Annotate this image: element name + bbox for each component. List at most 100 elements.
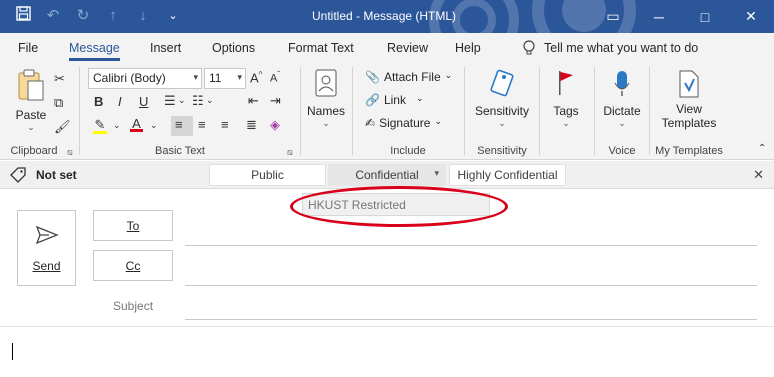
microphone-icon [614,71,630,96]
label-public-text: Public [251,168,284,182]
numbering-icon[interactable]: ☷ [192,93,204,109]
link-icon: 🔗 [365,93,380,107]
font-name-combo[interactable]: Calibri (Body) ▾ [88,68,202,89]
highlight-icon[interactable]: ✎ [93,117,107,134]
separator [539,67,540,155]
label-public-button[interactable]: Public [209,164,326,186]
to-button[interactable]: To [93,210,173,241]
tag-icon [10,167,26,183]
link-button[interactable]: 🔗 Link ⌄ [365,93,424,107]
down-arrow-icon[interactable]: ↓ [134,6,152,26]
separator [594,67,595,155]
chevron-down-icon[interactable]: ⌄ [150,120,158,131]
bullets-icon[interactable]: ☰ [164,93,176,109]
names-button[interactable]: Names ⌄ [305,69,347,129]
close-icon[interactable]: ✕ [728,0,774,33]
tell-me-box[interactable]: Tell me what you want to do [522,40,698,56]
customize-qat-icon[interactable]: ⌄ [164,6,182,26]
underline-icon[interactable]: U [139,94,148,109]
dictate-button[interactable]: Dictate ⌄ [600,69,644,129]
red-annotation-ellipse [290,186,508,227]
sensitivity-button[interactable]: Sensitivity ⌄ [470,69,534,129]
view-templates-button[interactable]: View Templates [658,69,720,130]
separator [300,67,301,155]
decrease-indent-icon[interactable]: ⇤ [248,93,259,109]
signature-icon: ✍ [365,116,376,130]
bold-icon[interactable]: B [94,94,103,109]
maximize-icon[interactable]: □ [682,0,728,33]
tell-me-label: Tell me what you want to do [544,41,699,55]
label-confidential-button[interactable]: Confidential ▾ [328,164,446,186]
align-left-icon[interactable]: ≡ [175,117,183,132]
tags-button[interactable]: Tags ⌄ [546,69,586,129]
chevron-down-icon[interactable]: ⌄ [178,95,186,106]
chevron-down-icon: ⌄ [444,70,453,80]
sensitivity-bar: Not set Public Confidential ▾ Highly Con… [0,161,774,189]
quick-access-toolbar: ↶ ↻ ↑ ↓ ⌄ [14,6,182,26]
cc-label: Cc [125,258,141,273]
cut-icon[interactable]: ✂ [54,71,65,87]
redo-icon[interactable]: ↻ [74,6,92,26]
message-body-caret[interactable] [12,343,13,360]
italic-icon[interactable]: I [118,94,122,109]
font-size-combo[interactable]: 11 ▾ [204,68,246,89]
paste-button[interactable]: Paste ⌄ [14,69,48,133]
align-center-icon[interactable]: ≡ [198,117,206,132]
dictate-label: Dictate [603,104,641,118]
attach-file-label: Attach File [383,70,441,84]
minimize-icon[interactable]: ─ [636,0,682,33]
subject-field[interactable] [185,319,757,320]
label-highly-confidential-button[interactable]: Highly Confidential [449,164,566,186]
include-group-label: Include [390,145,426,157]
tab-message[interactable]: Message [69,41,120,61]
tab-options[interactable]: Options [212,41,255,55]
separator [464,67,465,155]
tab-help[interactable]: Help [455,41,481,55]
link-label: Link [383,93,406,107]
save-icon[interactable] [14,6,32,26]
address-book-icon [315,69,337,97]
justify-icon[interactable]: ≣ [246,117,257,133]
to-field[interactable] [185,245,757,246]
chevron-down-icon[interactable]: ⌄ [113,120,121,131]
copy-icon[interactable]: ⧉ [54,95,63,111]
font-color-icon[interactable]: A [130,116,143,132]
chevron-down-icon: ▾ [193,72,198,82]
clipboard-launcher-icon[interactable]: ⧅ [67,147,73,158]
cc-button[interactable]: Cc [93,250,173,281]
close-icon[interactable]: ✕ [753,167,764,183]
collapse-ribbon-icon[interactable]: ⌃ [758,143,766,154]
send-label: Send [32,259,61,273]
signature-button[interactable]: ✍ Signature ⌄ [365,116,442,130]
clear-formatting-icon[interactable]: ◈ [270,117,280,133]
voice-group-label: Voice [608,145,636,157]
flag-icon [559,71,573,95]
undo-icon[interactable]: ↶ [44,6,62,26]
grow-font-icon[interactable]: A^ [250,70,262,85]
chevron-down-icon: ⌄ [434,116,442,126]
templates-icon [679,70,699,98]
basic-text-launcher-icon[interactable]: ⧅ [287,147,293,158]
attach-file-button[interactable]: 📎 Attach File ⌄ [365,70,452,84]
shrink-font-icon[interactable]: Aˇ [270,70,280,85]
sensitivity-icon [490,69,514,97]
ribbon: Paste ⌄ ✂ ⧉ 🖌 Clipboard ⧅ Calibri (Body)… [0,63,774,160]
window-controls: ▭ ─ □ ✕ [590,0,774,33]
tags-label: Tags [553,104,579,118]
up-arrow-icon[interactable]: ↑ [104,6,122,26]
font-name-value: Calibri (Body) [93,71,166,85]
chevron-down-icon[interactable]: ⌄ [206,95,214,106]
align-right-icon[interactable]: ≡ [221,117,229,132]
tab-review[interactable]: Review [387,41,428,55]
format-painter-icon[interactable]: 🖌 [54,119,71,135]
send-button[interactable]: Send [17,210,76,286]
ribbon-display-options-icon[interactable]: ▭ [590,0,636,33]
names-label: Names [306,104,345,118]
tab-format-text[interactable]: Format Text [288,41,354,55]
cc-field[interactable] [185,285,757,286]
sensitivity-label: Sensitivity [474,104,530,118]
body-separator [0,326,774,327]
increase-indent-icon[interactable]: ⇥ [270,93,281,109]
tab-insert[interactable]: Insert [150,41,181,55]
tab-file[interactable]: File [18,41,38,55]
